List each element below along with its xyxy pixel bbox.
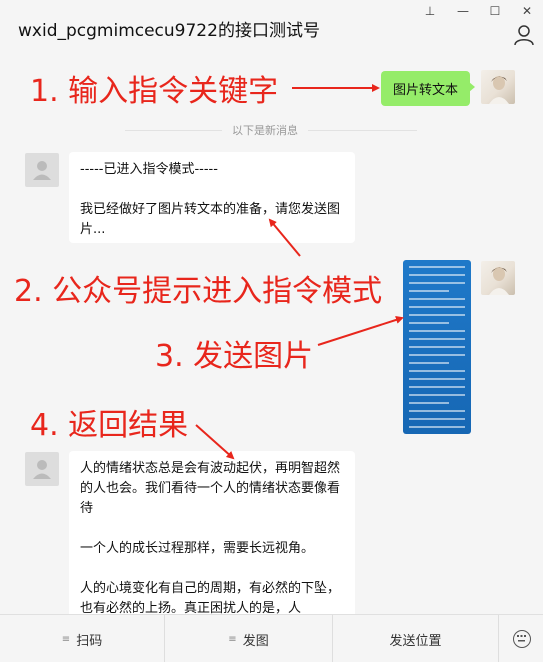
close-icon[interactable]: ✕ bbox=[517, 2, 537, 20]
send-location-label: 发送位置 bbox=[389, 633, 442, 649]
annotation-step-1: 1. 输入指令关键字 bbox=[30, 74, 279, 109]
keyboard-icon[interactable] bbox=[513, 630, 531, 648]
scan-label: 扫码 bbox=[76, 633, 103, 649]
profile-icon[interactable] bbox=[513, 24, 535, 46]
menu-lines-icon: ≡ bbox=[228, 633, 237, 645]
send-location-button[interactable]: 发送位置 bbox=[333, 615, 498, 662]
bottom-toolbar: ≡ 扫码 ≡ 发图 发送位置 bbox=[0, 614, 543, 662]
annotation-step-4: 4. 返回结果 bbox=[30, 408, 189, 443]
maximize-icon[interactable]: ☐ bbox=[485, 2, 505, 20]
menu-lines-icon: ≡ bbox=[61, 633, 71, 645]
arrow-4 bbox=[195, 424, 235, 460]
post-button[interactable]: ≡ 发图 bbox=[165, 615, 332, 662]
pin-icon[interactable]: ⊥ bbox=[420, 2, 440, 20]
minimize-icon[interactable]: — bbox=[453, 2, 473, 20]
arrow-3 bbox=[317, 316, 404, 346]
arrow-2 bbox=[268, 218, 301, 257]
chat-title: wxid_pcgmimcecu9722的接口测试号 bbox=[18, 21, 320, 41]
post-label: 发图 bbox=[242, 633, 269, 649]
annotation-step-2: 2. 公众号提示进入指令模式 bbox=[14, 274, 383, 309]
keyboard-keys-icon bbox=[517, 635, 526, 642]
scan-button[interactable]: ≡ 扫码 bbox=[0, 615, 164, 662]
annotation-step-3: 3. 发送图片 bbox=[155, 339, 314, 374]
title-bar: wxid_pcgmimcecu9722的接口测试号 ⊥ — ☐ ✕ bbox=[0, 0, 543, 58]
